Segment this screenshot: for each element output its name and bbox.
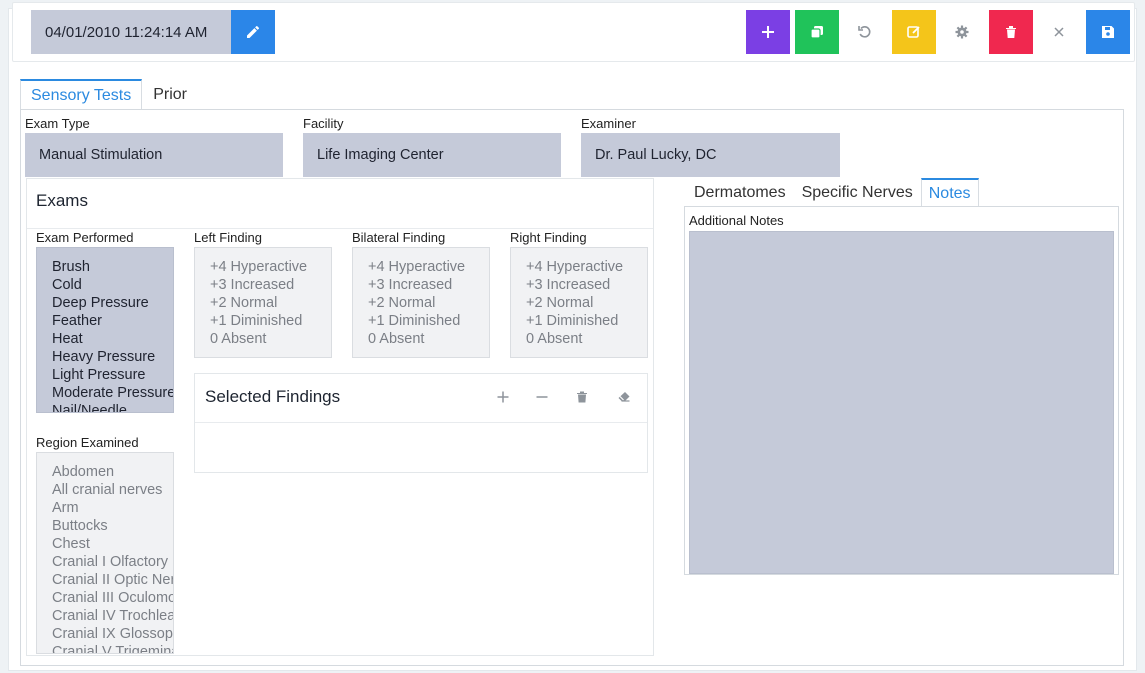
list-option[interactable]: Cranial IX Glossopharyngeal [52, 625, 173, 643]
examiner-label: Examiner [581, 116, 636, 131]
exam-datetime-field[interactable]: 04/01/2010 11:24:14 AM [31, 10, 231, 54]
divider [27, 228, 653, 229]
tab-prior[interactable]: Prior [142, 79, 198, 110]
list-option[interactable]: Chest [52, 535, 173, 553]
list-option[interactable]: Cold [52, 276, 173, 294]
region-examined-label: Region Examined [36, 435, 139, 450]
list-option[interactable]: +4 Hyperactive [526, 258, 647, 276]
compose-button[interactable] [892, 10, 936, 54]
list-option[interactable]: +2 Normal [368, 294, 489, 312]
save-button[interactable] [1086, 10, 1130, 54]
list-option[interactable]: Feather [52, 312, 173, 330]
selected-findings-title: Selected Findings [205, 387, 341, 406]
list-option[interactable]: Cranial II Optic Nerve [52, 571, 173, 589]
list-option[interactable]: Deep Pressure [52, 294, 173, 312]
delete-button[interactable] [989, 10, 1033, 54]
toolbar: 04/01/2010 11:24:14 AM [12, 2, 1135, 62]
copy-icon [810, 26, 823, 39]
pencil-icon [247, 25, 260, 38]
exam-type-field[interactable]: Manual Stimulation [25, 133, 283, 177]
exam-type-label: Exam Type [25, 116, 90, 131]
list-option[interactable]: Buttocks [52, 517, 173, 535]
add-finding-button[interactable] [494, 388, 512, 406]
bilateral-finding-label: Bilateral Finding [352, 230, 446, 245]
list-option[interactable]: Arm [52, 499, 173, 517]
trash-icon [577, 391, 587, 403]
plus-icon [762, 26, 774, 38]
plus-icon [497, 391, 509, 403]
exam-performed-list[interactable]: Brush Cold Deep Pressure Feather Heat Heavy P… [36, 247, 174, 413]
list-option[interactable]: +4 Hyperactive [210, 258, 331, 276]
tab-notes[interactable]: Notes [920, 178, 979, 207]
list-option[interactable]: All cranial nerves [52, 481, 173, 499]
examiner-field[interactable]: Dr. Paul Lucky, DC [581, 133, 840, 177]
edit-datetime-button[interactable] [231, 10, 275, 54]
list-option[interactable]: +4 Hyperactive [368, 258, 489, 276]
settings-button[interactable] [940, 10, 984, 54]
facility-field[interactable]: Life Imaging Center [303, 133, 561, 177]
tab-specific-nerves[interactable]: Specific Nerves [794, 178, 921, 207]
right-finding-list[interactable]: +4 Hyperactive +3 Increased +2 Normal +1 Di… [510, 247, 648, 358]
list-option[interactable]: Cranial V Trigeminal [52, 643, 173, 653]
additional-notes-label: Additional Notes [689, 213, 784, 228]
left-finding-label: Left Finding [194, 230, 262, 245]
list-option[interactable]: Abdomen [52, 463, 173, 481]
tab-dermatomes[interactable]: Dermatomes [686, 178, 794, 207]
clear-findings-button[interactable] [615, 388, 633, 406]
region-examined-list[interactable]: Abdomen All cranial nerves Arm Buttocks Ches… [36, 452, 174, 654]
list-option[interactable]: +2 Normal [526, 294, 647, 312]
list-option[interactable]: Cranial IV Trochlear [52, 607, 173, 625]
close-icon [1054, 27, 1064, 37]
list-option[interactable]: +2 Normal [210, 294, 331, 312]
right-tabs: Dermatomes Specific Nerves Notes [686, 178, 979, 207]
undo-button[interactable] [843, 10, 887, 54]
list-option[interactable]: Heat [52, 330, 173, 348]
additional-notes-textarea[interactable] [689, 231, 1114, 574]
list-option[interactable]: +3 Increased [210, 276, 331, 294]
divider [195, 422, 647, 423]
list-option[interactable]: 0 Absent [526, 330, 647, 348]
exams-title: Exams [36, 191, 88, 210]
list-option[interactable]: Heavy Pressure [52, 348, 173, 366]
list-option[interactable]: +3 Increased [368, 276, 489, 294]
list-option[interactable]: +1 Diminished [526, 312, 647, 330]
list-option[interactable]: +1 Diminished [368, 312, 489, 330]
list-option[interactable]: Cranial III Oculomotor [52, 589, 173, 607]
right-finding-label: Right Finding [510, 230, 587, 245]
list-option[interactable]: Light Pressure [52, 366, 173, 384]
gear-icon [955, 25, 969, 39]
remove-finding-button[interactable] [533, 388, 551, 406]
edit-icon [907, 26, 920, 38]
list-option[interactable]: 0 Absent [210, 330, 331, 348]
list-option[interactable]: +3 Increased [526, 276, 647, 294]
trash-icon [1006, 26, 1016, 38]
bilateral-finding-list[interactable]: +4 Hyperactive +3 Increased +2 Normal +1 Di… [352, 247, 490, 358]
eraser-icon [618, 392, 630, 402]
close-button[interactable] [1037, 10, 1081, 54]
copy-button[interactable] [795, 10, 839, 54]
undo-icon [858, 26, 871, 38]
list-option[interactable]: +1 Diminished [210, 312, 331, 330]
save-icon [1102, 26, 1114, 38]
facility-label: Facility [303, 116, 344, 131]
list-option[interactable]: Moderate Pressure [52, 384, 173, 402]
left-finding-list[interactable]: +4 Hyperactive +3 Increased +2 Normal +1 Di… [194, 247, 332, 358]
list-option[interactable]: Cranial I Olfactory [52, 553, 173, 571]
list-option[interactable]: Brush [52, 258, 173, 276]
list-option[interactable]: 0 Absent [368, 330, 489, 348]
main-tabs: Sensory Tests Prior [20, 79, 198, 110]
delete-finding-button[interactable] [573, 388, 591, 406]
exam-performed-label: Exam Performed [36, 230, 134, 245]
tab-sensory-tests[interactable]: Sensory Tests [20, 79, 143, 110]
add-button[interactable] [746, 10, 790, 54]
list-option[interactable]: Nail/Needle [52, 402, 173, 412]
minus-icon [536, 396, 548, 398]
